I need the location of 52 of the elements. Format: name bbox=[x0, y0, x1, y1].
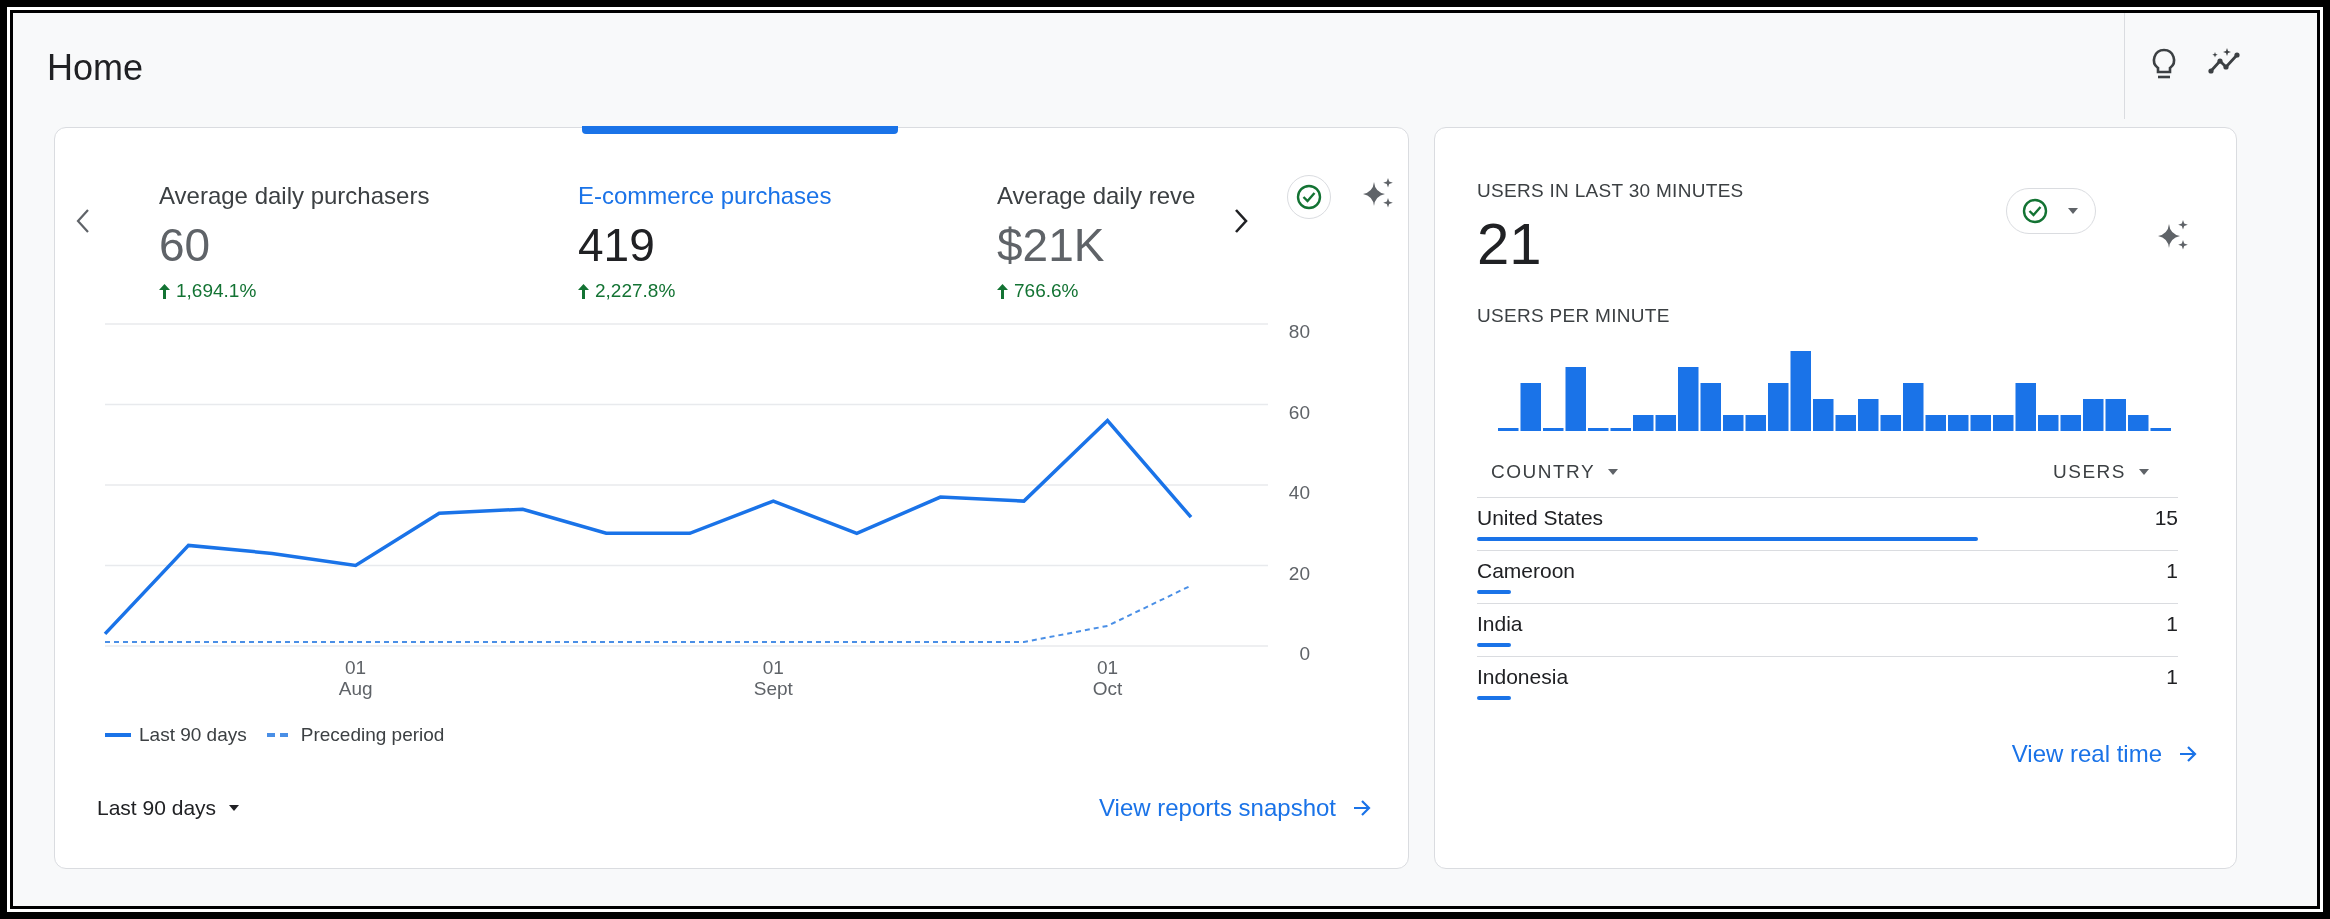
legend-label: Preceding period bbox=[300, 724, 445, 746]
arrow-right-icon bbox=[1352, 798, 1372, 818]
caret-icon bbox=[2067, 207, 2079, 215]
y-tick-label: 60 bbox=[1288, 401, 1310, 423]
country-name: Cameroon bbox=[1477, 559, 1576, 583]
y-tick-label: 0 bbox=[1299, 643, 1310, 664]
user-count: 1 bbox=[2166, 559, 2178, 583]
arrow-up-icon bbox=[159, 283, 170, 299]
check-circle-icon bbox=[2021, 197, 2049, 225]
caret-icon bbox=[228, 804, 241, 812]
metric-value: 60 bbox=[159, 218, 212, 272]
y-tick-label: 40 bbox=[1288, 482, 1310, 503]
change-percent: 1,694.1% bbox=[176, 280, 257, 302]
column-header[interactable]: COUNTRY bbox=[1491, 461, 1620, 483]
metric-tab[interactable]: Average daily reve $21K 766.6% bbox=[997, 128, 1233, 302]
metric-value: 419 bbox=[578, 218, 656, 272]
arrow-right-icon bbox=[2178, 744, 2198, 764]
date-range-dropdown[interactable]: Last 90 days bbox=[97, 796, 241, 820]
x-tick-label: 01 Aug bbox=[338, 657, 373, 699]
user-count: 1 bbox=[2166, 665, 2178, 689]
user-count: 1 bbox=[2166, 612, 2178, 636]
metric-tab[interactable]: E-commerce purchases 419 2,227.8% bbox=[578, 128, 997, 302]
arrow-up-icon bbox=[578, 283, 589, 299]
country-name: India bbox=[1477, 612, 1523, 636]
metric-label: E-commerce purchases bbox=[578, 182, 833, 210]
y-tick-label: 80 bbox=[1288, 321, 1310, 342]
view-real-time-link[interactable]: View real time bbox=[2011, 740, 2198, 768]
metric-label: Average daily reve bbox=[997, 182, 1197, 210]
metric-tab[interactable]: Average daily purchasers 60 1,694.1% bbox=[159, 128, 578, 302]
legend-label: Last 90 days bbox=[139, 724, 247, 746]
metric-label: Average daily purchasers bbox=[159, 182, 431, 210]
chevron-right-icon[interactable] bbox=[1233, 208, 1249, 234]
column-header[interactable]: USERS bbox=[2053, 461, 2150, 483]
insights-icon[interactable] bbox=[2207, 47, 2243, 77]
country-name: Indonesia bbox=[1477, 665, 1569, 689]
x-tick-label: 01 Oct bbox=[1092, 657, 1123, 699]
realtime-subtitle: USERS PER MINUTE bbox=[1477, 305, 1671, 327]
change-percent: 2,227.8% bbox=[595, 280, 676, 302]
change-percent: 766.6% bbox=[1014, 280, 1079, 302]
caret-icon bbox=[2138, 468, 2150, 476]
y-tick-label: 20 bbox=[1288, 562, 1310, 584]
arrow-up-icon bbox=[997, 283, 1008, 299]
solid-line-icon bbox=[105, 732, 131, 738]
caret-icon bbox=[1607, 468, 1620, 476]
metric-value: $21K bbox=[997, 218, 1106, 272]
realtime-title: USERS IN LAST 30 MINUTES bbox=[1477, 180, 1744, 202]
realtime-value: 21 bbox=[1477, 210, 1543, 277]
view-reports-link[interactable]: View reports snapshot bbox=[1098, 794, 1372, 822]
user-count: 15 bbox=[2154, 506, 2178, 530]
page-title: Home bbox=[47, 47, 144, 89]
country-name: United States bbox=[1477, 506, 1604, 530]
x-tick-label: 01 Sept bbox=[753, 657, 793, 699]
